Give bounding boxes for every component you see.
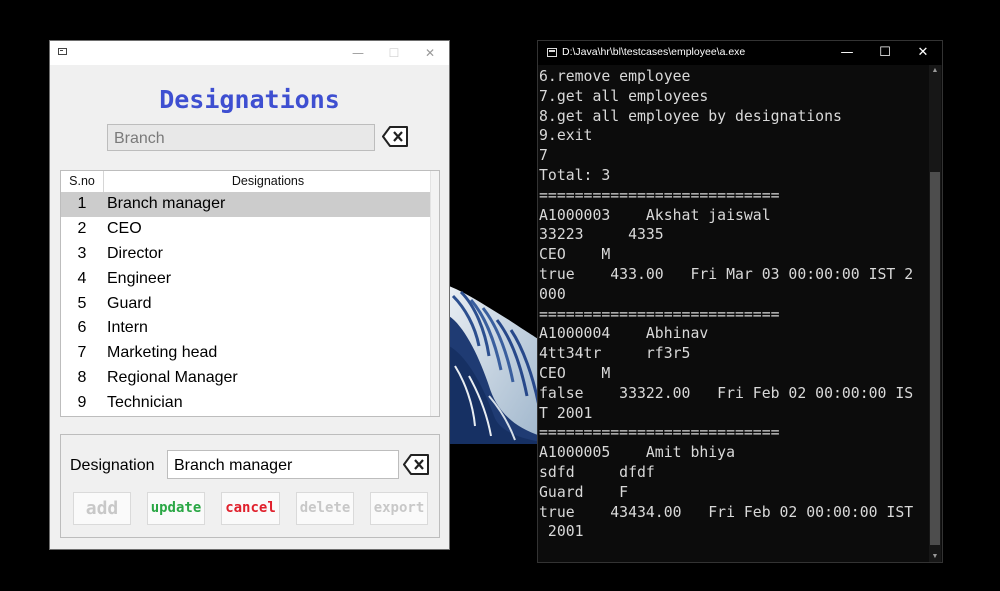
console-line: A1000003 Akshat jaiswal	[539, 206, 771, 224]
close-button[interactable]: ✕	[412, 41, 448, 65]
row-designation: Intern	[107, 319, 148, 337]
table-row[interactable]: 5 Guard	[61, 292, 432, 317]
console-line: Total: 3	[539, 166, 611, 184]
clear-designation-icon[interactable]	[403, 453, 430, 476]
console-line: 000	[539, 285, 566, 303]
console-line: Guard F	[539, 483, 629, 501]
scroll-down-arrow-icon[interactable]: ▼	[929, 553, 941, 560]
console-line: T 2001	[539, 404, 593, 422]
row-sno: 9	[77, 394, 87, 412]
console-output[interactable]: 6.remove employee 7.get all employees 8.ge…	[539, 67, 927, 542]
console-line: 7	[539, 147, 548, 165]
scrollbar-thumb[interactable]	[930, 172, 940, 545]
console-line: 33223 4335	[539, 226, 664, 244]
row-designation: Director	[107, 244, 164, 262]
table-row[interactable]: 1 Branch manager	[61, 192, 432, 217]
table-body: 1 Branch manager 2 CEO 3 Director 4 Engineer 5 Gu…	[61, 192, 432, 416]
add-button[interactable]: add	[73, 492, 131, 525]
table-row[interactable]: 4 Engineer	[61, 267, 432, 292]
console-line: 7.get all employees	[539, 87, 709, 105]
table-row[interactable]: 3 Director	[61, 242, 432, 267]
console-window: D:\Java\hr\bl\testcases\employee\a.exe —…	[537, 40, 943, 563]
delete-button[interactable]: delete	[296, 492, 354, 525]
row-designation: Guard	[107, 294, 152, 312]
console-line: 4tt34tr rf3r5	[539, 345, 691, 363]
designation-label: Designation	[70, 457, 155, 474]
export-button[interactable]: export	[370, 492, 428, 525]
console-line: ===========================	[539, 186, 780, 204]
row-designation: Technician	[107, 394, 183, 412]
table-row[interactable]: 6 Intern	[61, 316, 432, 341]
console-line: ===========================	[539, 424, 780, 442]
console-line: true 433.00 Fri Mar 03 00:00:00 IST 2	[539, 265, 914, 283]
console-line: 8.get all employee by designations	[539, 107, 842, 125]
title-bar: — ☐ ✕	[50, 41, 449, 65]
console-line: sdfd dfdf	[539, 463, 655, 481]
console-title-bar: D:\Java\hr\bl\testcases\employee\a.exe —…	[538, 41, 942, 65]
console-line: ===========================	[539, 305, 780, 323]
row-sno: 4	[77, 269, 87, 287]
minimize-button[interactable]: —	[340, 41, 376, 65]
wallpaper-wave-image	[449, 286, 541, 444]
console-line: 6.remove employee	[539, 68, 691, 85]
maximize-button[interactable]: ☐	[376, 41, 412, 65]
edit-panel: Designation Branch manager add update ca…	[60, 434, 440, 538]
row-sno: 3	[77, 244, 87, 262]
designations-window: — ☐ ✕ Designations Branch S.no Designati…	[49, 40, 450, 550]
console-line: A1000005 Amit bhiya	[539, 444, 735, 462]
table-row[interactable]: 7 Marketing head	[61, 341, 432, 366]
row-sno: 7	[77, 344, 87, 362]
column-header-designations[interactable]: Designations	[104, 171, 433, 192]
table-row[interactable]: 2 CEO	[61, 217, 432, 242]
designations-table[interactable]: S.no Designations 1 Branch manager 2 CEO 3 Di…	[60, 170, 440, 417]
page-title: Designations	[159, 85, 340, 114]
console-line: 2001	[539, 523, 584, 541]
console-close-button[interactable]: ✕	[906, 41, 940, 65]
console-line: A1000004 Abhinav	[539, 325, 709, 343]
row-sno: 8	[77, 369, 87, 387]
column-header-sno[interactable]: S.no	[61, 171, 104, 192]
designation-field[interactable]: Branch manager	[167, 450, 399, 479]
row-sno: 2	[77, 219, 87, 237]
app-icon	[58, 48, 67, 55]
table-scrollbar[interactable]	[430, 171, 439, 416]
clear-search-icon[interactable]	[382, 125, 409, 148]
update-button[interactable]: update	[147, 492, 205, 525]
console-minimize-button[interactable]: —	[830, 41, 864, 65]
console-scrollbar[interactable]: ▲ ▼	[929, 65, 941, 562]
scroll-up-arrow-icon[interactable]: ▲	[929, 67, 941, 74]
console-app-icon	[547, 48, 557, 57]
table-header: S.no Designations	[61, 171, 433, 193]
console-line: CEO M	[539, 246, 611, 264]
row-sno: 5	[77, 294, 87, 312]
console-title: D:\Java\hr\bl\testcases\employee\a.exe	[562, 46, 746, 58]
table-row[interactable]: 8 Regional Manager	[61, 366, 432, 391]
search-input[interactable]: Branch	[107, 124, 375, 151]
console-line: true 43434.00 Fri Feb 02 00:00:00 IST	[539, 503, 914, 521]
console-maximize-button[interactable]: ☐	[868, 41, 902, 65]
row-sno: 1	[77, 195, 87, 212]
cancel-button[interactable]: cancel	[221, 492, 280, 525]
row-sno: 6	[77, 319, 87, 337]
console-line: false 33322.00 Fri Feb 02 00:00:00 IS	[539, 384, 914, 402]
row-designation: CEO	[107, 219, 142, 237]
row-designation: Engineer	[107, 269, 172, 287]
table-row[interactable]: 9 Technician	[61, 391, 432, 416]
console-line: CEO M	[539, 364, 611, 382]
console-line: 9.exit	[539, 127, 593, 145]
row-designation: Marketing head	[107, 344, 218, 362]
row-designation: Regional Manager	[107, 369, 238, 387]
row-designation: Branch manager	[107, 195, 226, 212]
